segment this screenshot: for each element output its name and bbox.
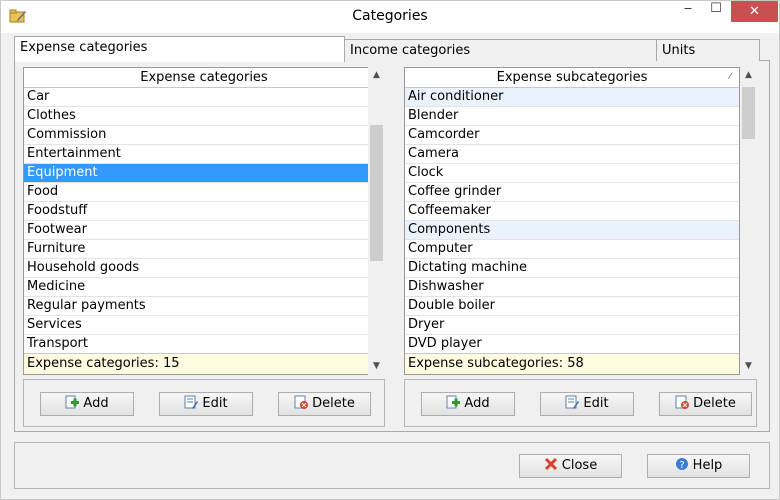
edit-category-button[interactable]: Edit xyxy=(159,392,253,416)
scroll-thumb[interactable] xyxy=(370,125,383,261)
list-item[interactable]: Coffee grinder xyxy=(405,183,739,202)
list-item[interactable]: Double boiler xyxy=(405,297,739,316)
right-button-group: Add Edit Delete xyxy=(404,379,757,427)
list-item[interactable]: Equipment xyxy=(24,164,384,183)
delete-document-icon xyxy=(675,395,690,409)
delete-subcategory-button[interactable]: Delete xyxy=(659,392,752,416)
edit-document-icon xyxy=(565,395,580,409)
help-button[interactable]: ? Help xyxy=(647,454,750,478)
list-item[interactable]: Components xyxy=(405,221,739,240)
vertical-scrollbar[interactable]: ▲ ▼ xyxy=(368,67,385,375)
list-item[interactable]: Footwear xyxy=(24,221,384,240)
delete-category-button[interactable]: Delete xyxy=(278,392,371,416)
svg-text:?: ? xyxy=(679,460,684,471)
title-bar: Categories ‒ ☐ ✕ xyxy=(1,1,779,33)
help-icon: ? xyxy=(675,457,689,471)
add-document-icon xyxy=(446,395,461,409)
column-header[interactable]: Expense categories⁄ xyxy=(24,68,384,88)
list-item[interactable]: Medicine xyxy=(24,278,384,297)
expense-categories-list[interactable]: Expense categories⁄ CarClothesCommission… xyxy=(23,67,385,375)
vertical-scrollbar[interactable]: ▲ ▼ xyxy=(740,67,757,375)
list-item[interactable]: Blender xyxy=(405,107,739,126)
list-item[interactable]: Household goods xyxy=(24,259,384,278)
list-item[interactable]: Air conditioner xyxy=(405,88,739,107)
list-item[interactable]: Computer xyxy=(405,240,739,259)
window-title: Categories xyxy=(352,8,428,24)
delete-label: Delete xyxy=(693,396,736,411)
add-document-icon xyxy=(65,395,80,409)
list-item[interactable]: Camera xyxy=(405,145,739,164)
dialog-button-panel: Close ? Help xyxy=(14,442,770,489)
scroll-down-icon[interactable]: ▼ xyxy=(740,358,757,375)
list-item[interactable]: Clothes xyxy=(24,107,384,126)
list-item[interactable]: Furniture xyxy=(24,240,384,259)
list-item[interactable]: Dishwasher xyxy=(405,278,739,297)
tab-units[interactable]: Units xyxy=(656,39,760,61)
tab-income-categories[interactable]: Income categories xyxy=(344,39,657,61)
maximize-button[interactable]: ☐ xyxy=(702,1,730,22)
close-window-button[interactable]: ✕ xyxy=(731,1,778,22)
list-item[interactable]: Clock xyxy=(405,164,739,183)
tab-expense-categories[interactable]: Expense categories xyxy=(14,36,345,62)
edit-subcategory-button[interactable]: Edit xyxy=(540,392,634,416)
add-label: Add xyxy=(464,396,490,411)
scroll-down-icon[interactable]: ▼ xyxy=(368,358,385,375)
list-item[interactable]: Regular payments xyxy=(24,297,384,316)
list-item[interactable]: Dictating machine xyxy=(405,259,739,278)
sort-icon: ⁄ xyxy=(729,72,731,82)
close-button[interactable]: Close xyxy=(519,454,622,478)
list-item[interactable]: DVD player xyxy=(405,335,739,354)
edit-document-icon xyxy=(184,395,199,409)
list-footer: Expense subcategories: 58 xyxy=(405,353,739,374)
add-subcategory-button[interactable]: Add xyxy=(421,392,515,416)
edit-label: Edit xyxy=(202,396,228,411)
left-button-group: Add Edit Delete xyxy=(23,379,385,427)
delete-document-icon xyxy=(294,395,309,409)
list-item[interactable]: Car xyxy=(24,88,384,107)
edit-label: Edit xyxy=(583,396,609,411)
list-item[interactable]: Entertainment xyxy=(24,145,384,164)
list-item[interactable]: Dryer xyxy=(405,316,739,335)
add-label: Add xyxy=(83,396,109,411)
list-item[interactable]: Camcorder xyxy=(405,126,739,145)
column-header[interactable]: Expense subcategories ⁄ xyxy=(405,68,739,88)
close-label: Close xyxy=(561,458,598,473)
scroll-thumb[interactable] xyxy=(742,87,755,139)
list-item[interactable]: Services xyxy=(24,316,384,335)
column-header-label: Expense subcategories xyxy=(496,70,648,85)
column-header-label: Expense categories xyxy=(140,70,268,85)
minimize-button[interactable]: ‒ xyxy=(674,1,702,22)
help-label: Help xyxy=(692,458,723,473)
list-item[interactable]: Commission xyxy=(24,126,384,145)
categories-window: Categories ‒ ☐ ✕ Expense categories Inco… xyxy=(0,0,780,500)
delete-label: Delete xyxy=(312,396,355,411)
expense-subcategories-list[interactable]: Expense subcategories ⁄ Air conditioner Bl… xyxy=(404,67,740,375)
list-item[interactable]: Coffeemaker xyxy=(405,202,739,221)
add-category-button[interactable]: Add xyxy=(40,392,134,416)
scroll-up-icon[interactable]: ▲ xyxy=(740,67,757,84)
scroll-up-icon[interactable]: ▲ xyxy=(368,67,385,84)
list-item[interactable]: Food xyxy=(24,183,384,202)
list-footer: Expense categories: 15 xyxy=(24,353,384,374)
list-item[interactable]: Foodstuff xyxy=(24,202,384,221)
list-item[interactable]: Transport xyxy=(24,335,384,354)
red-x-icon xyxy=(544,457,558,471)
